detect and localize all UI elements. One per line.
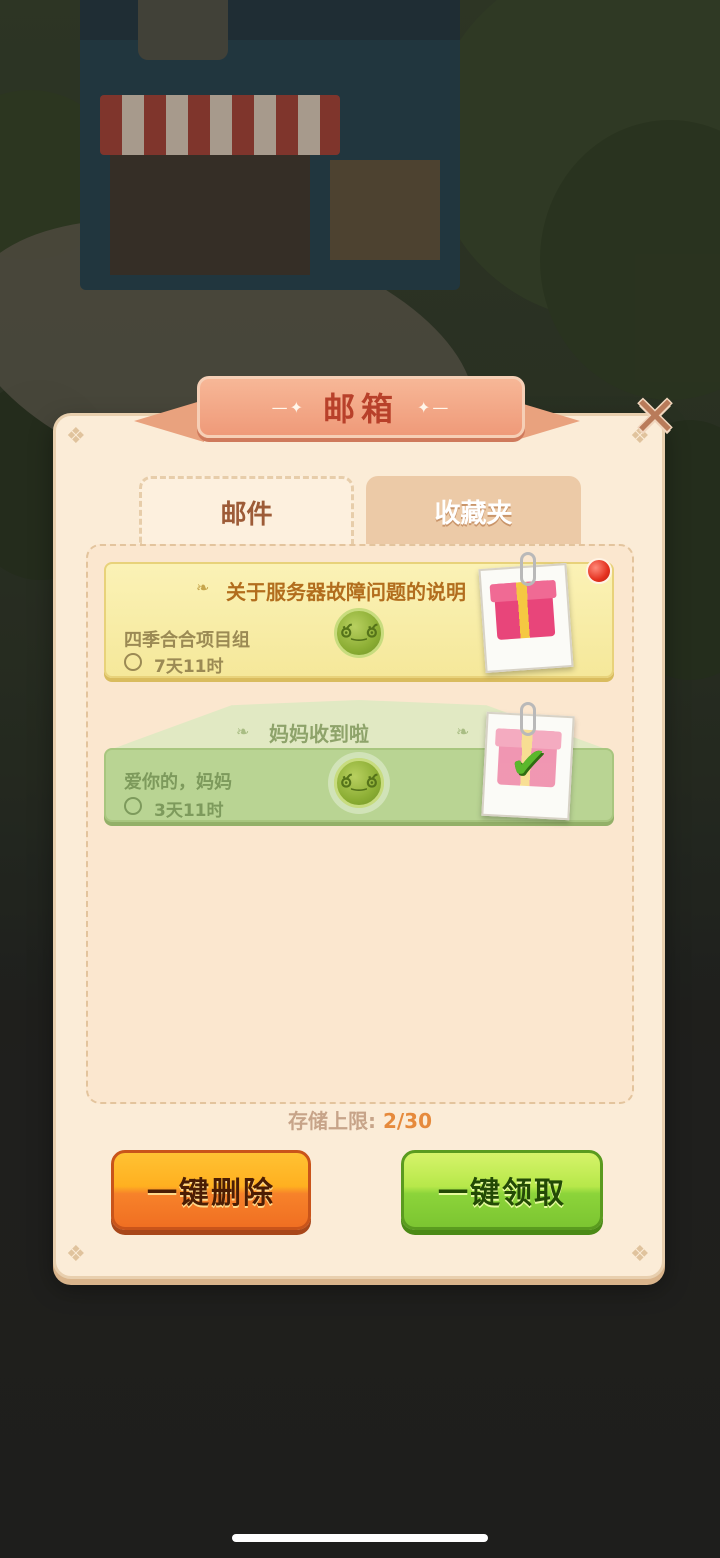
mail-time-left: 3天11时 bbox=[154, 801, 224, 821]
new-badge-dot bbox=[586, 558, 612, 584]
wax-seal-icon: ఠ‿ఠ bbox=[334, 758, 384, 808]
delete-all-button[interactable]: 一键删除 bbox=[111, 1150, 311, 1230]
dialog-title: 邮箱 bbox=[322, 390, 399, 428]
title-ribbon: —✦ 邮箱 ✦— bbox=[197, 376, 525, 438]
corner-ornament-icon: ❖ bbox=[66, 424, 86, 449]
storage-label: 存储上限: bbox=[287, 1109, 376, 1133]
tab-label: 收藏夹 bbox=[434, 498, 513, 529]
tab-label: 邮件 bbox=[220, 500, 273, 530]
check-icon: ✔ bbox=[508, 737, 548, 790]
tab-mail[interactable]: 邮件 bbox=[139, 476, 354, 546]
corner-ornament-icon: ❖ bbox=[66, 1242, 86, 1267]
clock-icon bbox=[124, 653, 142, 671]
claim-all-label: 一键领取 bbox=[438, 1176, 566, 1211]
mail-subject: 妈妈收到啦 bbox=[269, 722, 369, 746]
paperclip-icon bbox=[520, 552, 536, 586]
storage-capacity: 存储上限: 2/30 bbox=[0, 1105, 720, 1134]
storage-count: 2/30 bbox=[382, 1109, 433, 1133]
sparkle-icon: —✦ bbox=[271, 397, 305, 417]
delete-all-label: 一键删除 bbox=[147, 1176, 275, 1211]
home-indicator[interactable] bbox=[232, 1534, 488, 1542]
gift-box-icon bbox=[493, 580, 556, 641]
mail-time-left: 7天11时 bbox=[154, 657, 224, 677]
corner-ornament-icon: ❖ bbox=[630, 1242, 650, 1267]
close-button[interactable]: ✕ bbox=[628, 390, 682, 444]
mail-sender: 爱你的，妈妈 bbox=[124, 772, 232, 793]
clock-icon bbox=[124, 797, 142, 815]
close-x-icon: ✕ bbox=[632, 385, 678, 448]
wax-seal-icon: ఠ‿ఠ bbox=[334, 608, 384, 658]
mail-sender: 四季合合项目组 bbox=[124, 630, 250, 651]
tab-favorites[interactable]: 收藏夹 bbox=[366, 476, 581, 546]
sparkle-icon: ✦— bbox=[417, 397, 451, 417]
claim-all-button[interactable]: 一键领取 bbox=[401, 1150, 603, 1230]
paperclip-icon bbox=[520, 702, 536, 736]
